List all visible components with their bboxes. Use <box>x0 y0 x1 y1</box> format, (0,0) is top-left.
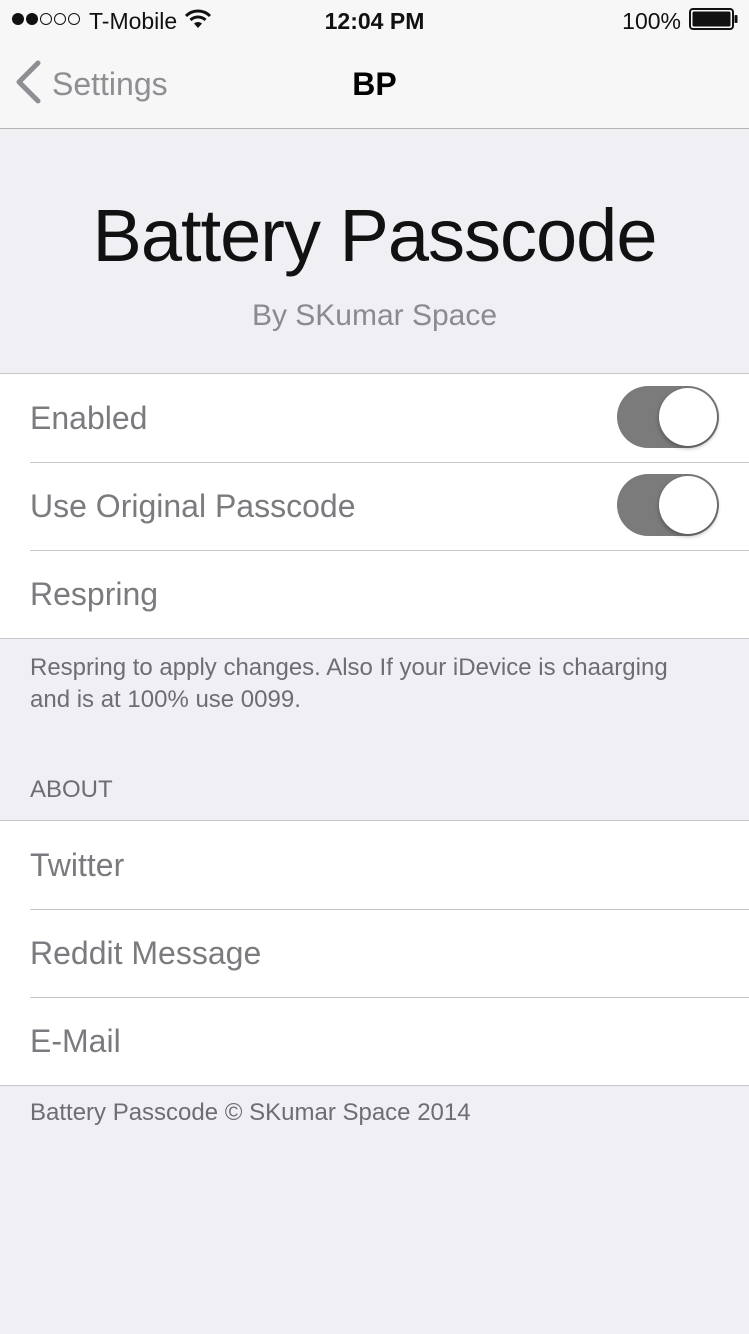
battery-percentage: 100% <box>622 7 681 34</box>
settings-group: Enabled Use Original Passcode Respring <box>0 373 749 639</box>
email-label: E-Mail <box>30 1023 121 1059</box>
banner-title: Battery Passcode <box>92 194 658 277</box>
toggle-knob <box>659 388 717 446</box>
email-row[interactable]: E-Mail <box>0 997 749 1085</box>
battery-icon <box>689 7 739 35</box>
use-original-passcode-toggle[interactable] <box>617 474 719 536</box>
copyright-footer: Battery Passcode © SKumar Space 2014 <box>30 1099 471 1126</box>
about-section-header: ABOUT <box>30 776 113 803</box>
enabled-toggle[interactable] <box>617 386 719 448</box>
toggle-knob <box>659 476 717 534</box>
twitter-row[interactable]: Twitter <box>0 821 749 909</box>
enabled-label: Enabled <box>30 400 148 436</box>
twitter-label: Twitter <box>30 847 125 883</box>
settings-screen: T-Mobile 12:04 PM 100% Settings BP Batte… <box>0 0 749 1334</box>
page-title: BP <box>352 66 397 102</box>
status-bar-right: 100% <box>622 6 739 36</box>
reddit-message-label: Reddit Message <box>30 935 262 971</box>
use-original-passcode-row: Use Original Passcode <box>0 462 749 550</box>
use-original-passcode-label: Use Original Passcode <box>30 488 356 524</box>
respring-label: Respring <box>30 576 159 612</box>
enabled-row: Enabled <box>0 374 749 462</box>
about-group: Twitter Reddit Message E-Mail <box>0 820 749 1086</box>
settings-footer-note: Respring to apply changes. Also If your … <box>30 654 668 713</box>
navigation-bar: T-Mobile 12:04 PM 100% Settings BP <box>0 0 749 129</box>
reddit-message-row[interactable]: Reddit Message <box>0 909 749 997</box>
banner-subtitle: By SKumar Space <box>251 299 498 332</box>
respring-row[interactable]: Respring <box>0 550 749 638</box>
